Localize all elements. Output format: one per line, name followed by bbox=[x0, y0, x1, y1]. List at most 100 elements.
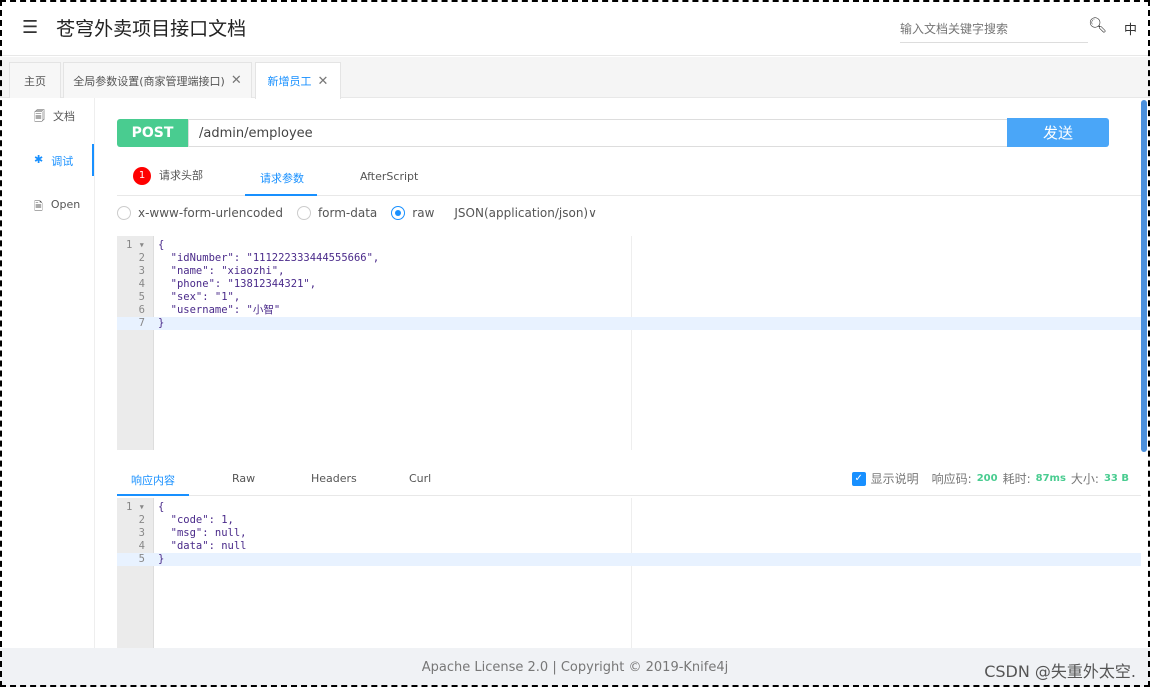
tab-curl[interactable]: Curl bbox=[409, 472, 431, 485]
page-title: 苍穹外卖项目接口文档 bbox=[56, 18, 247, 40]
status-code: 200 bbox=[976, 473, 998, 484]
document-icon: 🗐 bbox=[34, 110, 45, 123]
radio-label: x-www-form-urlencoded bbox=[138, 206, 283, 220]
code-line: 6 "username": "小智" bbox=[117, 304, 1141, 317]
watermark: CSDN @失重外太空. bbox=[984, 662, 1136, 681]
language-toggle[interactable]: 中 bbox=[1124, 19, 1137, 38]
show-desc-label: 显示说明 bbox=[870, 472, 919, 486]
code-line: 5 } bbox=[117, 553, 1141, 566]
code-text: "data": null bbox=[158, 540, 247, 552]
search-icon[interactable]: 🔍︎ bbox=[1088, 16, 1107, 34]
code-text: "idNumber": "111222333444555666", bbox=[158, 252, 380, 264]
content-type-select[interactable]: JSON(application/json)∨ bbox=[454, 206, 597, 220]
code-text: } bbox=[158, 317, 165, 329]
close-icon[interactable]: ✕ bbox=[231, 73, 242, 88]
code-label: 响应码: bbox=[931, 472, 972, 486]
code-line: 2 "idNumber": "111222333444555666", bbox=[117, 252, 1141, 265]
radio-label: raw bbox=[412, 206, 435, 220]
tab-bar: 主页 全局参数设置(商家管理端接口) ✕ 新增员工 ✕ bbox=[0, 57, 1150, 99]
line-number: 1 ▾ bbox=[126, 239, 145, 251]
response-tabs: 响应内容 Raw Headers Curl ✓ 显示说明 响应码: 200 耗时:… bbox=[117, 462, 1141, 496]
tab-label: 主页 bbox=[24, 74, 46, 88]
code-text: "msg": null, bbox=[158, 527, 247, 539]
line-number: 7 bbox=[138, 317, 145, 329]
method-badge: POST bbox=[117, 119, 188, 147]
sidebar-item-label: 文档 bbox=[53, 110, 75, 123]
sidebar-item-doc[interactable]: 🗐 文档 bbox=[34, 108, 75, 127]
sidebar-item-open[interactable]: 🗎 Open bbox=[34, 198, 80, 217]
code-text: "username": "小智" bbox=[158, 304, 281, 316]
code-text: "name": "xiaozhi", bbox=[158, 265, 285, 277]
line-number: 5 bbox=[138, 553, 145, 565]
code-line: 3 "name": "xiaozhi", bbox=[117, 265, 1141, 278]
tab-headers[interactable]: Headers bbox=[311, 472, 357, 485]
code-line: 1 ▾ { bbox=[117, 501, 1141, 514]
radio-raw[interactable] bbox=[391, 206, 406, 220]
tab-label: 全局参数设置(商家管理端接口) bbox=[73, 74, 225, 88]
line-number: 1 ▾ bbox=[126, 501, 145, 513]
tab-label: 请求头部 bbox=[159, 169, 203, 182]
code-line: 5 "sex": "1", bbox=[117, 291, 1141, 304]
code-line: 7 } bbox=[117, 317, 1141, 330]
tab-label: 新增员工 bbox=[267, 75, 312, 88]
line-number: 5 bbox=[138, 291, 145, 303]
url-input[interactable] bbox=[188, 119, 1008, 147]
tab-global-params[interactable]: 全局参数设置(商家管理端接口) ✕ bbox=[63, 62, 252, 98]
line-number: 3 bbox=[138, 527, 145, 539]
tab-afterscript[interactable]: AfterScript bbox=[360, 170, 418, 183]
main: POST 发送 1 请求头部 请求参数 AfterScript x-www-for… bbox=[96, 98, 1141, 648]
code-text: "code": 1, bbox=[158, 514, 234, 526]
code-text: "sex": "1", bbox=[158, 291, 241, 303]
tab-raw[interactable]: Raw bbox=[232, 472, 255, 485]
radio-urlencoded[interactable] bbox=[117, 206, 131, 220]
sidebar: 🗐 文档 ✱ 调试 🗎 Open bbox=[0, 98, 95, 648]
file-icon: 🗎 bbox=[34, 200, 43, 213]
tab-request-params[interactable]: 请求参数 bbox=[260, 170, 304, 186]
code-text: { bbox=[158, 501, 165, 513]
tab-response-content[interactable]: 响应内容 bbox=[131, 472, 175, 488]
radio-label: form-data bbox=[317, 206, 378, 220]
active-tab-underline bbox=[117, 494, 189, 496]
code-text: } bbox=[158, 553, 165, 565]
search-input[interactable] bbox=[900, 16, 1088, 43]
menu-toggle-icon[interactable]: ☰ bbox=[22, 17, 38, 38]
radio-form-data[interactable] bbox=[296, 206, 311, 220]
code-line: 2 "code": 1, bbox=[117, 514, 1141, 527]
line-number: 6 bbox=[138, 304, 145, 316]
line-number: 4 bbox=[138, 278, 145, 290]
active-indicator bbox=[92, 144, 94, 176]
line-number: 2 bbox=[138, 514, 145, 526]
close-icon[interactable]: ✕ bbox=[318, 74, 329, 89]
sidebar-item-label: 调试 bbox=[51, 155, 74, 168]
body-type-group: x-www-form-urlencoded form-data raw JSON… bbox=[117, 206, 597, 220]
active-tab-underline bbox=[245, 194, 317, 196]
line-number: 2 bbox=[138, 252, 145, 264]
tab-add-employee[interactable]: 新增员工 ✕ bbox=[255, 62, 341, 99]
footer-text: Apache License 2.0 | Copyright © 2019-Kn… bbox=[421, 660, 729, 675]
sidebar-item-label: Open bbox=[50, 198, 81, 211]
scrollbar[interactable] bbox=[1141, 100, 1147, 452]
bug-icon: ✱ bbox=[34, 153, 44, 166]
response-size: 33 B bbox=[1103, 473, 1129, 484]
code-line: 4 "data": null bbox=[117, 540, 1141, 553]
time-label: 耗时: bbox=[1002, 472, 1031, 486]
response-meta: ✓ 显示说明 响应码: 200 耗时: 87ms 大小: 33 B bbox=[851, 470, 1129, 487]
line-number: 4 bbox=[138, 540, 145, 552]
footer: Apache License 2.0 | Copyright © 2019-Kn… bbox=[0, 648, 1150, 687]
response-time: 87ms bbox=[1035, 473, 1066, 484]
request-body-editor[interactable]: 1 ▾{2 "idNumber": "111222333444555666", 3… bbox=[117, 236, 1141, 450]
code-line: 4 "phone": "13812344321", bbox=[117, 278, 1141, 291]
tab-home[interactable]: 主页 bbox=[9, 62, 61, 98]
send-button[interactable]: 发送 bbox=[1007, 118, 1109, 147]
show-desc-checkbox[interactable]: ✓ bbox=[851, 471, 866, 486]
line-number: 3 bbox=[138, 265, 145, 277]
code-text: "phone": "13812344321", bbox=[158, 278, 317, 290]
code-line: 1 ▾ { bbox=[117, 239, 1141, 252]
code-text: { bbox=[158, 239, 165, 251]
count-badge: 1 bbox=[133, 167, 151, 185]
tab-request-headers[interactable]: 1 请求头部 bbox=[133, 167, 203, 185]
size-label: 大小: bbox=[1070, 472, 1099, 486]
response-body-editor[interactable]: 1 ▾{2 "code": 1, 3 "msg": null, 4 "data": … bbox=[117, 498, 1141, 648]
header: ☰ 苍穹外卖项目接口文档 🔍︎ 中 bbox=[0, 0, 1150, 56]
sidebar-item-debug[interactable]: ✱ 调试 bbox=[34, 153, 73, 169]
